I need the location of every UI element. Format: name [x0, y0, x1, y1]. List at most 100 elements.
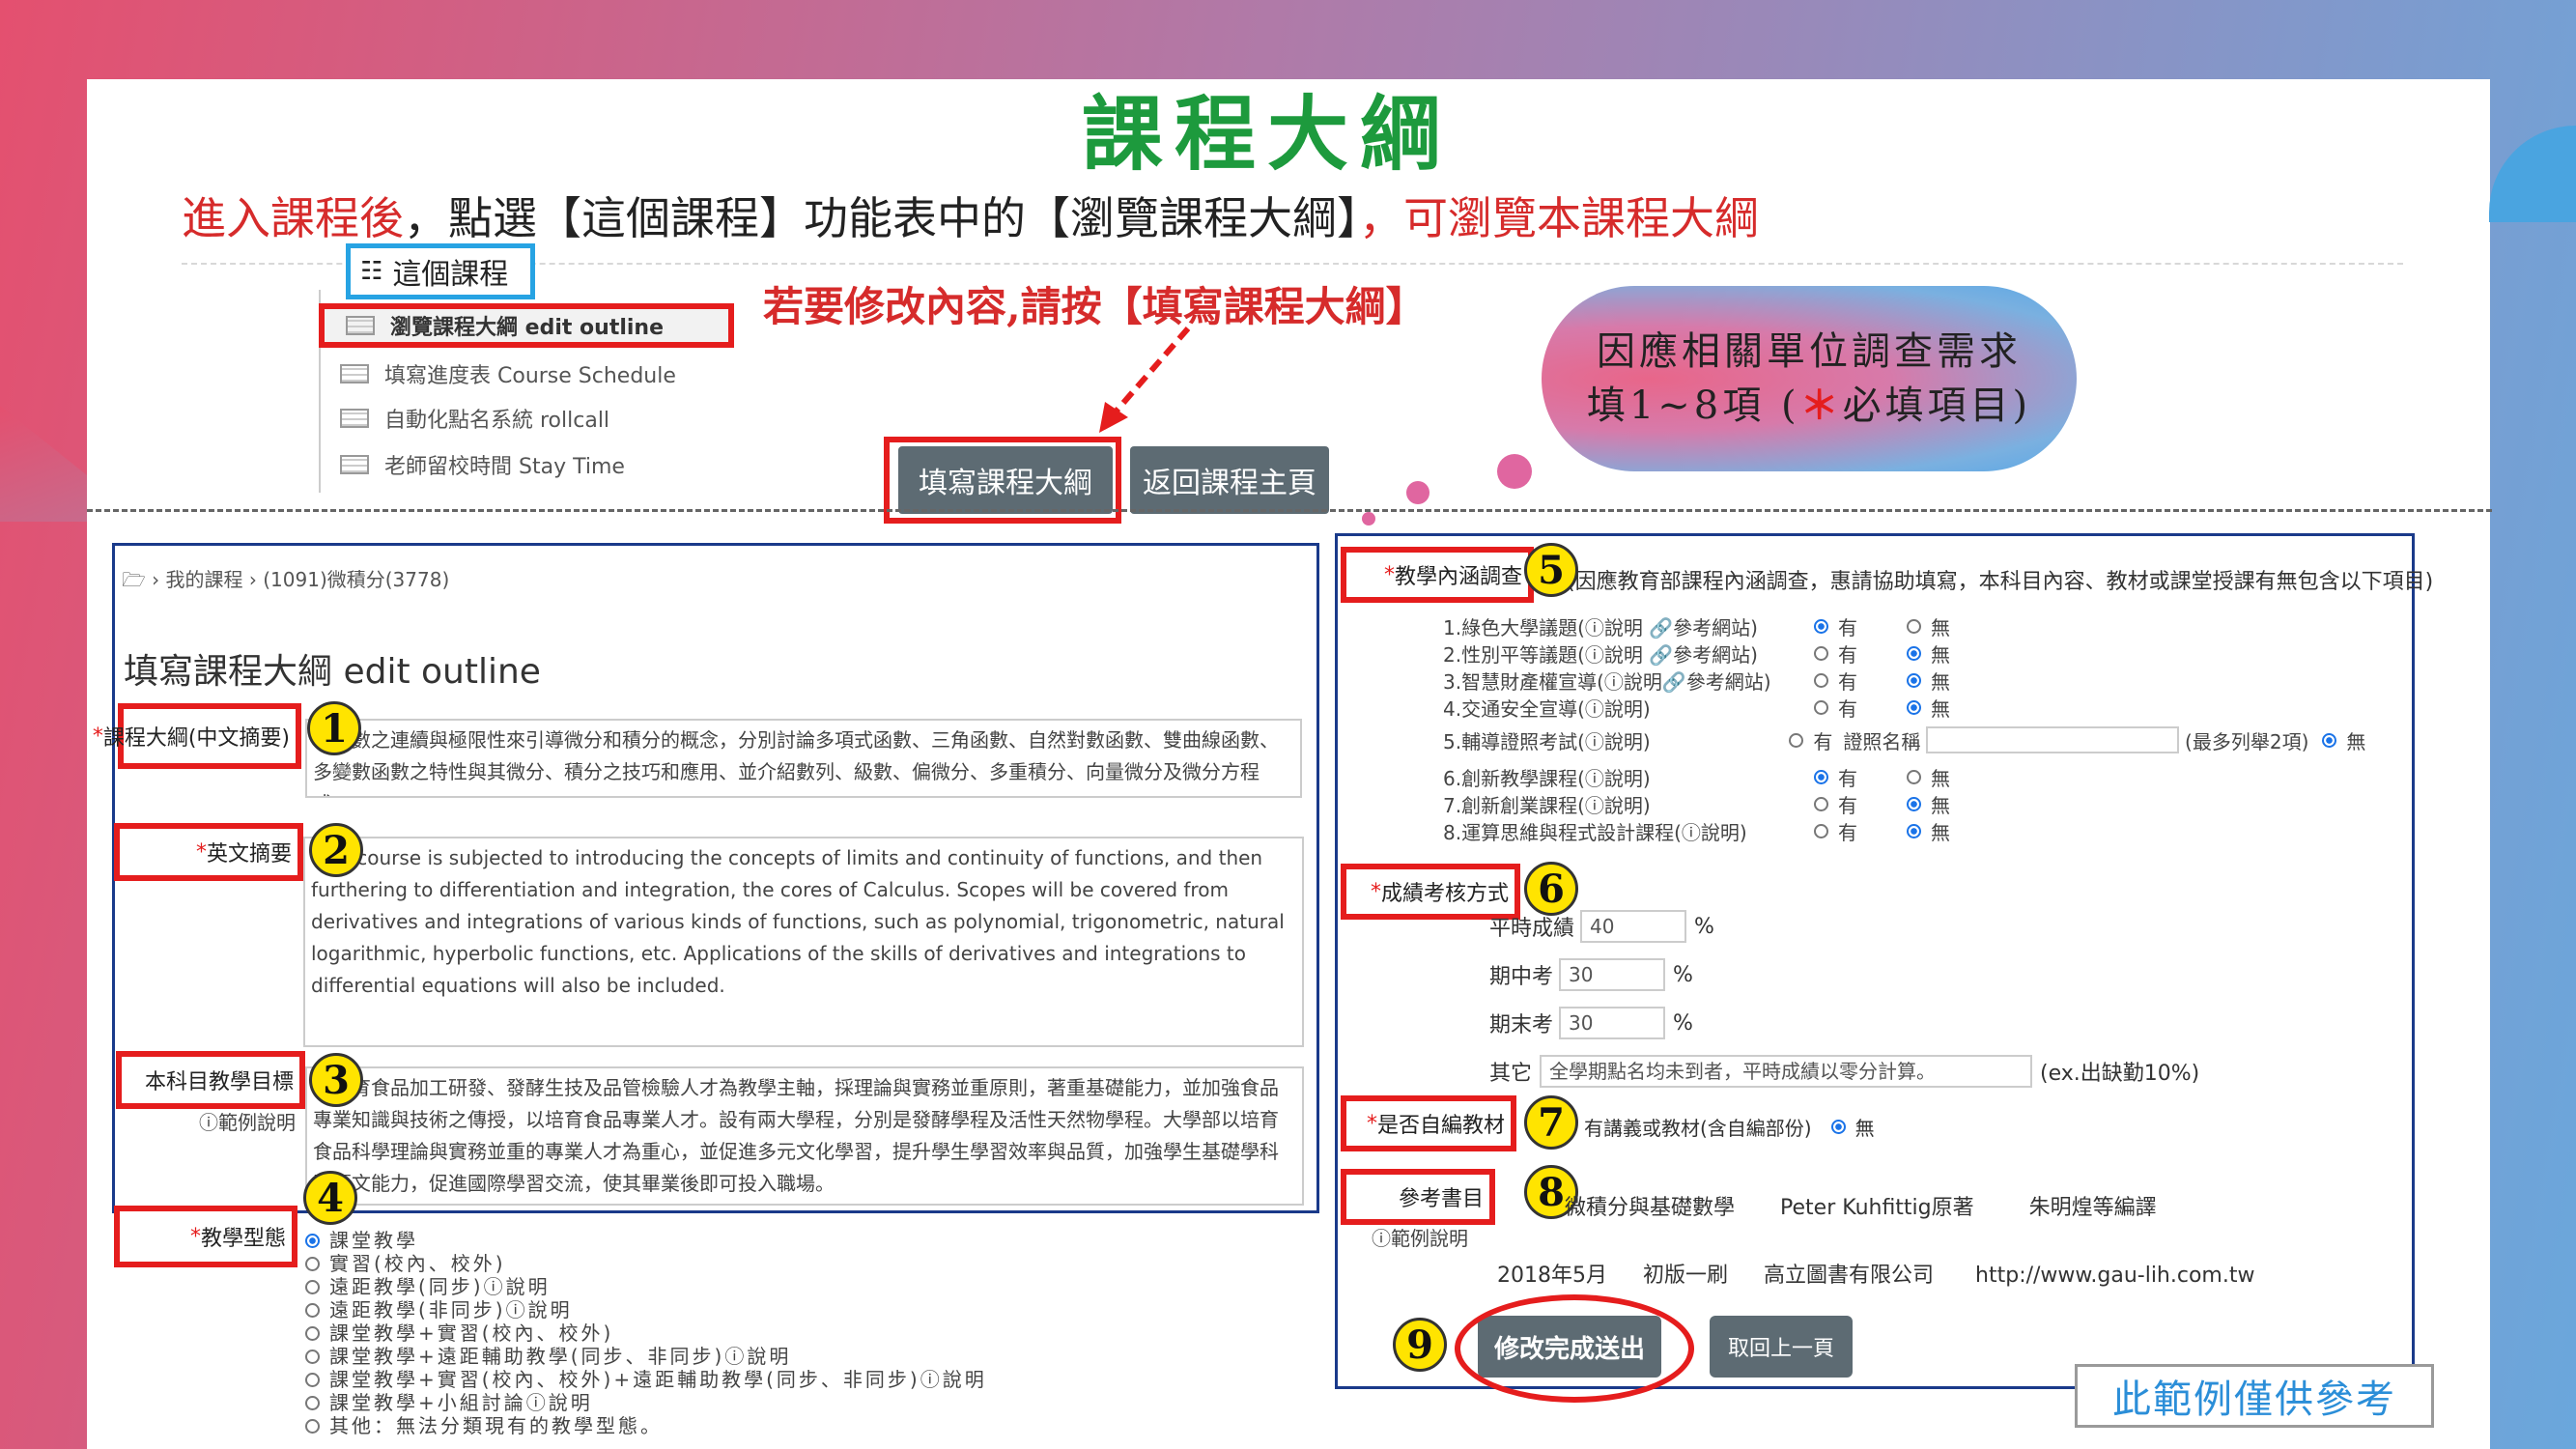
survey-yes-option[interactable]: 有: [1814, 694, 1907, 722]
radio-unchecked[interactable]: [1907, 618, 1921, 634]
survey-item-label: 8.運算思維與程式設計課程(ⓘ說明): [1443, 820, 1747, 844]
radio-unchecked[interactable]: [305, 1418, 320, 1434]
radio-unchecked[interactable]: [1814, 645, 1828, 661]
step-number-6: 6: [1524, 862, 1578, 916]
breadcrumb-my-courses[interactable]: 我的課程: [166, 568, 243, 591]
menu-item-rollcall[interactable]: 自動化點名系統 rollcall: [319, 396, 734, 440]
table-icon: [340, 409, 369, 428]
teaching-goal-example-link[interactable]: ⓘ範例說明: [199, 1107, 296, 1135]
cloud-dot-large: [1497, 454, 1532, 489]
menu-item-course-schedule[interactable]: 填寫進度表 Course Schedule: [319, 352, 734, 396]
survey-no-option[interactable]: 無: [1907, 612, 1999, 640]
field-label-text: 本科目教學目標: [144, 1070, 294, 1094]
radio-label: 遠距教學(非同步)ⓘ說明: [329, 1298, 573, 1321]
radio-unchecked[interactable]: [1814, 823, 1828, 838]
no-label: 無: [1931, 642, 1950, 667]
survey-no-option[interactable]: 無: [1907, 763, 1999, 791]
breadcrumb: 🗁 › 我的課程 › (1091)微積分(3778): [122, 564, 449, 599]
radio-checked[interactable]: [1907, 823, 1921, 838]
radio-unchecked[interactable]: [305, 1279, 320, 1294]
survey-no-option[interactable]: 無: [2322, 726, 2409, 754]
survey-row-7: 7.創新創業課程(ⓘ說明) 有 無: [1443, 790, 2409, 817]
breadcrumb-sep: ›: [248, 568, 257, 591]
step-number-7: 7: [1524, 1095, 1578, 1150]
radio-option[interactable]: 課堂教學: [305, 1229, 987, 1252]
grading-midterm-input[interactable]: 30: [1559, 958, 1666, 991]
radio-unchecked[interactable]: [1814, 672, 1828, 688]
radio-checked[interactable]: [305, 1233, 320, 1248]
step-number-9: 9: [1393, 1318, 1447, 1372]
radio-option[interactable]: 其他：無法分類現有的教學型態。: [305, 1414, 987, 1437]
chinese-summary-textarea[interactable]: 從函數之連續與極限性來引導微分和積分的概念，分別討論多項式函數、三角函數、自然對…: [305, 719, 1302, 798]
radio-checked[interactable]: [2322, 732, 2337, 748]
survey-no-option[interactable]: 無: [1907, 667, 1999, 695]
survey-no-option[interactable]: 無: [1907, 790, 1999, 818]
radio-unchecked[interactable]: [305, 1325, 320, 1341]
english-summary-textarea[interactable]: This course is subjected to introducing …: [303, 837, 1304, 1047]
breadcrumb-course[interactable]: (1091)微積分(3778): [263, 568, 449, 591]
survey-yes-option[interactable]: 有: [1814, 612, 1907, 640]
radio-unchecked[interactable]: [305, 1349, 320, 1364]
radio-unchecked[interactable]: [1814, 699, 1828, 715]
survey-yes-option[interactable]: 有: [1814, 817, 1907, 845]
radio-label: 課堂教學+實習(校內、校外)+遠距輔助教學(同步、非同步)ⓘ說明: [329, 1368, 987, 1391]
radio-unchecked[interactable]: [305, 1372, 320, 1387]
teaching-type-radio-group: 課堂教學 實習(校內、校外) 遠距教學(同步)ⓘ說明 遠距教學(非同步)ⓘ說明 …: [305, 1229, 987, 1437]
reference-url[interactable]: http://www.gau-lih.com.tw: [1975, 1264, 2254, 1288]
menu-item-stay-time[interactable]: 老師留校時間 Stay Time: [319, 442, 734, 487]
radio-checked[interactable]: [1907, 672, 1921, 688]
certificate-name-input[interactable]: [1926, 726, 2180, 753]
radio-unchecked[interactable]: [1907, 769, 1921, 784]
radio-option[interactable]: 課堂教學+實習(校內、校外)+遠距輔助教學(同步、非同步)ⓘ說明: [305, 1368, 987, 1391]
radio-label: 課堂教學+小組討論ⓘ說明: [329, 1391, 593, 1414]
self-material-yes-label[interactable]: 有講義或教材(含自編部份): [1584, 1113, 1812, 1141]
menu-item-browse-outline[interactable]: 瀏覽課程大綱 edit outline: [319, 303, 734, 348]
radio-checked[interactable]: [1814, 618, 1828, 634]
yes-label: 有: [1838, 615, 1857, 639]
teaching-goal-textarea[interactable]: 以培育食品加工研發、發酵生技及品管檢驗人才為教學主軸，採理論與實務並重原則，著重…: [305, 1066, 1304, 1206]
radio-option[interactable]: 課堂教學+小組討論ⓘ說明: [305, 1391, 987, 1414]
radio-checked[interactable]: [1830, 1120, 1846, 1134]
radio-option[interactable]: 遠距教學(非同步)ⓘ說明: [305, 1298, 987, 1321]
survey-yes-option[interactable]: 有: [1814, 790, 1907, 818]
self-material-no-label: 無: [1854, 1117, 1875, 1140]
grading-other-input[interactable]: 全學期點名均未到者，平時成績以零分計算。: [1540, 1055, 2033, 1088]
survey-yes-option[interactable]: 有: [1814, 639, 1907, 668]
back-to-course-button[interactable]: 返回課程主頁: [1130, 446, 1329, 514]
previous-page-button[interactable]: 取回上一頁: [1710, 1316, 1853, 1378]
grading-final-input[interactable]: 30: [1559, 1007, 1666, 1039]
radio-option[interactable]: 課堂教學+實習(校內、校外): [305, 1321, 987, 1345]
field-label-text: 是否自編教材: [1376, 1114, 1505, 1138]
radio-checked[interactable]: [1907, 796, 1921, 811]
radio-option[interactable]: 實習(校內、校外): [305, 1252, 987, 1275]
hint-arrow-icon: [1099, 327, 1191, 433]
grading-midterm-label: 期中考: [1489, 965, 1554, 989]
radio-label: 遠距教學(同步)ⓘ說明: [329, 1275, 551, 1298]
radio-option[interactable]: 課堂教學+遠距輔助教學(同步、非同步)ⓘ說明: [305, 1345, 987, 1368]
radio-checked[interactable]: [1907, 699, 1921, 715]
grading-regular-input[interactable]: 40: [1580, 910, 1687, 943]
references-example-link[interactable]: ⓘ範例說明: [1372, 1223, 1468, 1251]
survey-yes-option[interactable]: 有: [1789, 726, 1843, 754]
radio-option[interactable]: 遠距教學(同步)ⓘ說明: [305, 1275, 987, 1298]
radio-unchecked[interactable]: [1789, 732, 1804, 748]
survey-no-option[interactable]: 無: [1907, 694, 1999, 722]
radio-unchecked[interactable]: [305, 1395, 320, 1410]
required-mark: *: [92, 724, 103, 749]
radio-checked[interactable]: [1907, 645, 1921, 661]
radio-unchecked[interactable]: [305, 1256, 320, 1271]
survey-yes-option[interactable]: 有: [1814, 763, 1907, 791]
fill-outline-button[interactable]: 填寫課程大綱: [898, 446, 1113, 514]
survey-row-6: 6.創新教學課程(ⓘ說明) 有 無: [1443, 763, 2409, 790]
table-icon: [346, 316, 375, 335]
step-number-1: 1: [307, 701, 361, 755]
radio-unchecked[interactable]: [305, 1302, 320, 1318]
radio-unchecked[interactable]: [1814, 796, 1828, 811]
radio-label: 課堂教學+實習(校內、校外): [329, 1321, 614, 1345]
course-menu-header[interactable]: ☷ 這個課程: [346, 243, 535, 299]
radio-checked[interactable]: [1814, 769, 1828, 784]
survey-yes-option[interactable]: 有: [1814, 667, 1907, 695]
survey-no-option[interactable]: 無: [1907, 817, 1999, 845]
survey-no-option[interactable]: 無: [1907, 639, 1999, 668]
radio-label: 課堂教學+遠距輔助教學(同步、非同步)ⓘ說明: [329, 1345, 792, 1368]
